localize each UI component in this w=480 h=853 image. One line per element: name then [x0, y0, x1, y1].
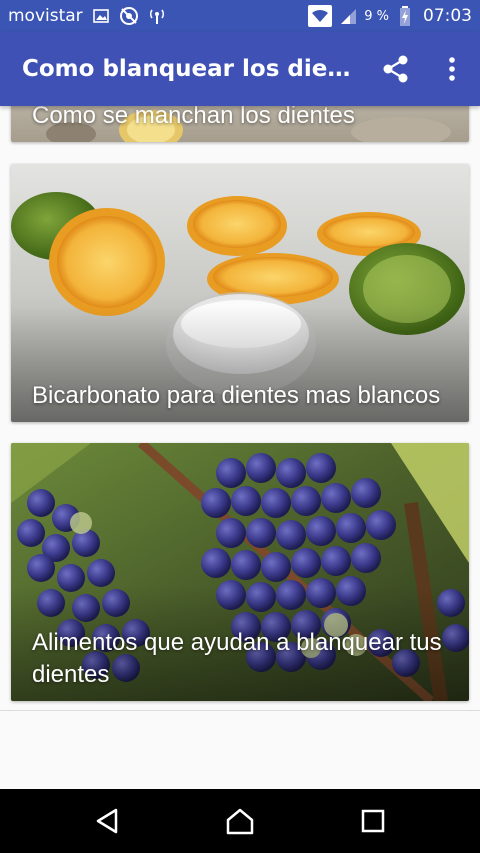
- recents-button[interactable]: [341, 789, 405, 853]
- article-title: Bicarbonato para dientes mas blancos: [32, 382, 441, 409]
- hotspot-icon: [147, 6, 167, 26]
- article-title: Alimentos que ayudan a blanquear tus die…: [32, 629, 442, 688]
- clock: 07:03: [423, 6, 472, 26]
- article-card-1[interactable]: Como se manchan los dientes: [11, 106, 469, 142]
- sync-disabled-icon: [119, 6, 139, 26]
- home-icon: [226, 808, 254, 835]
- status-bar: movistar 9 % 07:03: [0, 0, 480, 32]
- page-title: Como blanquear los dient...: [22, 56, 352, 82]
- carrier-label: movistar: [8, 6, 83, 26]
- article-card-3[interactable]: Alimentos que ayudan a blanquear tus die…: [11, 443, 469, 701]
- share-icon: [383, 55, 408, 83]
- home-button[interactable]: [208, 789, 272, 853]
- article-card-2[interactable]: Bicarbonato para dientes mas blancos: [11, 164, 469, 422]
- article-title: Como se manchan los dientes: [32, 106, 355, 129]
- battery-percent: 9 %: [364, 8, 389, 24]
- overflow-menu-button[interactable]: [424, 41, 480, 97]
- wifi-icon: [308, 5, 333, 27]
- navigation-bar: [0, 789, 480, 853]
- back-button[interactable]: [75, 789, 139, 853]
- battery-charging-icon: [395, 6, 415, 26]
- more-vert-icon: [449, 57, 455, 81]
- share-button[interactable]: [368, 41, 424, 97]
- image-icon: [91, 6, 111, 26]
- app-bar: Como blanquear los dient...: [0, 32, 480, 106]
- article-list: Como se manchan los dientes Bicarbonato …: [0, 106, 480, 789]
- recents-icon: [362, 809, 385, 833]
- list-end-divider: [0, 710, 480, 711]
- back-icon: [96, 808, 117, 834]
- signal-icon: [338, 6, 358, 26]
